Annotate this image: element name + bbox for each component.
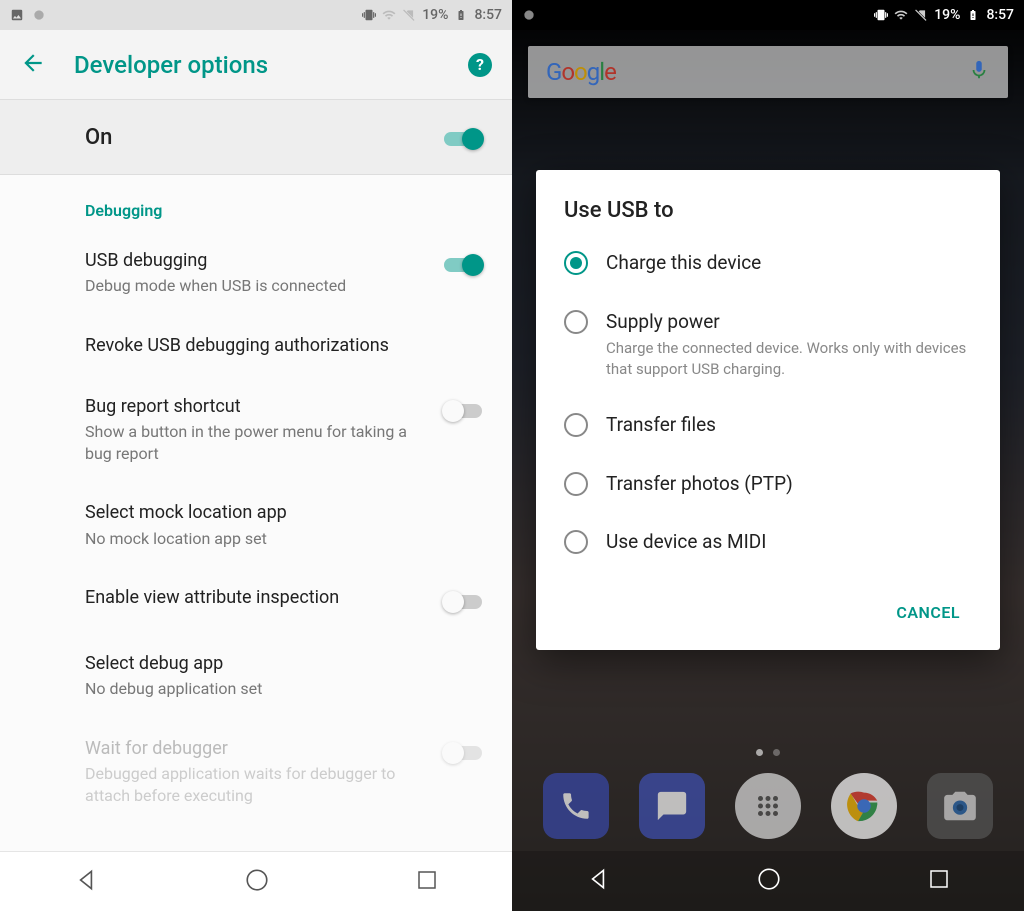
radio-supply-power[interactable]: Supply power Charge the connected device…	[564, 310, 972, 379]
nav-back-icon[interactable]	[73, 867, 99, 897]
radio-transfer-files[interactable]: Transfer files	[564, 413, 972, 438]
setting-title: Select debug app	[85, 651, 468, 676]
radio-icon[interactable]	[564, 530, 588, 554]
page-dot	[773, 749, 780, 756]
help-icon[interactable]: ?	[468, 53, 492, 77]
setting-usb-debugging[interactable]: USB debugging Debug mode when USB is con…	[0, 230, 512, 315]
app-drawer-icon[interactable]	[735, 773, 801, 839]
vibrate-icon	[362, 8, 376, 22]
setting-title: Bug report shortcut	[85, 394, 426, 419]
home-content: Google Use USB to Charge this device Sup…	[512, 30, 1024, 911]
page-dot	[756, 749, 763, 756]
setting-sub: Show a button in the power menu for taki…	[85, 421, 426, 464]
image-icon	[10, 8, 24, 22]
setting-wait-debugger: Wait for debugger Debugged application w…	[0, 718, 512, 824]
view-attr-switch[interactable]	[442, 589, 484, 615]
setting-sub: No debug application set	[85, 678, 468, 700]
setting-select-debug-app[interactable]: Select debug app No debug application se…	[0, 633, 512, 718]
nav-recent-icon[interactable]	[415, 868, 439, 896]
radio-charge-device[interactable]: Charge this device	[564, 251, 972, 276]
vibrate-icon	[874, 8, 888, 22]
setting-title: Revoke USB debugging authorizations	[85, 333, 468, 358]
setting-title: Select mock location app	[85, 500, 468, 525]
setting-mock-location[interactable]: Select mock location app No mock locatio…	[0, 482, 512, 567]
nav-bar	[0, 851, 512, 911]
radio-label: Charge this device	[606, 251, 761, 276]
master-label: On	[85, 125, 112, 150]
no-sim-icon	[914, 8, 928, 22]
battery-percent: 19%	[934, 7, 960, 23]
messages-app-icon[interactable]	[639, 773, 705, 839]
notification-dot-icon	[522, 8, 536, 22]
status-bar: 19% 8:57	[512, 0, 1024, 30]
notification-dot-icon	[32, 8, 46, 22]
nav-recent-icon[interactable]	[927, 867, 951, 895]
settings-list: On Debugging USB debugging Debug mode wh…	[0, 100, 512, 851]
no-sim-icon	[402, 8, 416, 22]
google-logo: Google	[546, 58, 616, 86]
bug-report-switch[interactable]	[442, 398, 484, 424]
nav-back-icon[interactable]	[585, 866, 611, 896]
setting-bug-report-shortcut[interactable]: Bug report shortcut Show a button in the…	[0, 376, 512, 482]
setting-title: USB debugging	[85, 248, 426, 273]
wait-debugger-switch	[442, 740, 484, 766]
cancel-button[interactable]: CANCEL	[884, 595, 972, 630]
radio-icon[interactable]	[564, 413, 588, 437]
battery-icon	[454, 8, 468, 22]
dock	[512, 761, 1024, 851]
radio-label: Use device as MIDI	[606, 530, 766, 555]
home-screen: 19% 8:57 Google Use USB to Charge this d…	[512, 0, 1024, 911]
wifi-icon	[382, 8, 396, 22]
setting-sub: Debugged application waits for debugger …	[85, 763, 426, 806]
usb-debugging-switch[interactable]	[442, 252, 484, 278]
camera-app-icon[interactable]	[927, 773, 993, 839]
section-header: Debugging	[0, 175, 512, 230]
dialog-title: Use USB to	[564, 198, 972, 223]
setting-title: Wait for debugger	[85, 736, 426, 761]
battery-icon	[966, 8, 980, 22]
radio-icon[interactable]	[564, 251, 588, 275]
radio-icon[interactable]	[564, 472, 588, 496]
radio-transfer-photos[interactable]: Transfer photos (PTP)	[564, 472, 972, 497]
master-switch[interactable]	[442, 126, 484, 152]
setting-view-attribute[interactable]: Enable view attribute inspection	[0, 567, 512, 633]
radio-label: Supply power	[606, 310, 972, 335]
page-indicator	[512, 749, 1024, 756]
wifi-icon	[894, 8, 908, 22]
battery-percent: 19%	[422, 7, 448, 23]
nav-home-icon[interactable]	[756, 866, 782, 896]
back-icon[interactable]	[20, 50, 46, 80]
nav-bar	[512, 851, 1024, 911]
app-bar: Developer options ?	[0, 30, 512, 100]
mic-icon[interactable]	[968, 59, 990, 85]
radio-icon[interactable]	[564, 310, 588, 334]
search-bar[interactable]: Google	[528, 46, 1008, 98]
nav-home-icon[interactable]	[244, 867, 270, 897]
radio-label: Transfer files	[606, 413, 716, 438]
setting-revoke-usb[interactable]: Revoke USB debugging authorizations	[0, 315, 512, 376]
radio-label: Transfer photos (PTP)	[606, 472, 793, 497]
chrome-app-icon[interactable]	[831, 773, 897, 839]
radio-sub: Charge the connected device. Works only …	[606, 338, 972, 379]
usb-dialog: Use USB to Charge this device Supply pow…	[536, 170, 1000, 650]
setting-sub: Debug mode when USB is connected	[85, 275, 426, 297]
setting-title: Enable view attribute inspection	[85, 585, 426, 610]
settings-screen: 19% 8:57 Developer options ? On Debuggin…	[0, 0, 512, 911]
page-title: Developer options	[74, 51, 268, 79]
master-toggle-row[interactable]: On	[0, 100, 512, 175]
phone-app-icon[interactable]	[543, 773, 609, 839]
radio-midi[interactable]: Use device as MIDI	[564, 530, 972, 555]
setting-sub: No mock location app set	[85, 528, 468, 550]
clock: 8:57	[986, 7, 1014, 23]
status-bar: 19% 8:57	[0, 0, 512, 30]
clock: 8:57	[474, 7, 502, 23]
